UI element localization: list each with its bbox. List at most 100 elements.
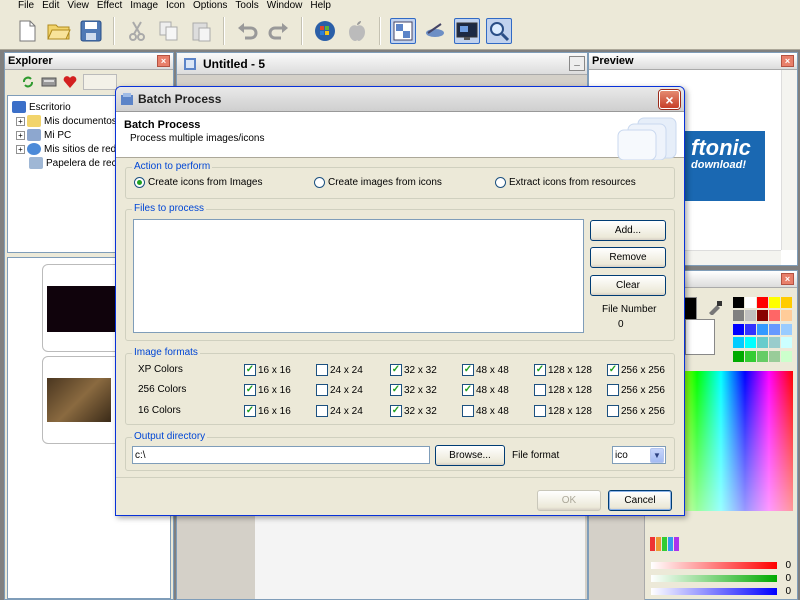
remove-button[interactable]: Remove <box>590 247 666 268</box>
menu-icon[interactable]: Icon <box>166 1 185 11</box>
menu-window[interactable]: Window <box>267 1 303 11</box>
checkmark-icon[interactable]: ✓ <box>390 384 402 396</box>
checkbox-256-256[interactable]: 256 x 256 <box>607 384 665 396</box>
add-button[interactable]: Add... <box>590 220 666 241</box>
green-slider[interactable]: 0 <box>651 573 791 584</box>
color-swatches[interactable] <box>733 297 792 363</box>
checkmark-icon[interactable]: ✓ <box>534 364 546 376</box>
explorer-title: Explorer <box>8 55 53 67</box>
output-directory-input[interactable]: c:\ <box>132 446 430 464</box>
checkbox-xp-32[interactable]: ✓ 32 x 32 <box>390 364 437 376</box>
apple-icon[interactable] <box>344 18 370 44</box>
radio-indicator[interactable] <box>134 177 145 188</box>
clear-button[interactable]: Clear <box>590 275 666 296</box>
browse-button[interactable]: Browse... <box>435 445 505 466</box>
checkbox-xp-48[interactable]: ✓ 48 x 48 <box>462 364 509 376</box>
cut-icon[interactable] <box>124 18 150 44</box>
file-format-value: ico <box>615 450 628 461</box>
tree-item-label: Mis documentos <box>44 115 117 127</box>
checkbox-xp-128[interactable]: ✓ 128 x 128 <box>534 364 592 376</box>
checkbox-xp-16[interactable]: ✓ 16 x 16 <box>244 364 291 376</box>
new-file-icon[interactable] <box>14 18 40 44</box>
radio-label: Create images from icons <box>328 177 442 188</box>
expand-icon[interactable]: + <box>16 144 25 154</box>
red-slider[interactable]: 0 <box>651 560 791 571</box>
menu-view[interactable]: View <box>67 1 89 11</box>
copy-icon[interactable] <box>156 18 182 44</box>
open-folder-icon[interactable] <box>46 18 72 44</box>
save-icon[interactable] <box>78 18 104 44</box>
checkbox-256-48[interactable]: ✓ 48 x 48 <box>462 384 509 396</box>
favorites-heart-icon[interactable] <box>63 75 77 89</box>
document-icon <box>184 58 196 70</box>
radio-create-images[interactable]: Create images from icons <box>314 177 442 188</box>
checkbox-256-128[interactable]: 128 x 128 <box>534 384 592 396</box>
checkbox-256-16[interactable]: ✓ 16 x 16 <box>244 384 291 396</box>
redo-icon[interactable] <box>266 18 292 44</box>
radio-indicator[interactable] <box>314 177 325 188</box>
preview-brand-subtext: download! <box>691 159 746 171</box>
ok-button[interactable]: OK <box>537 490 601 511</box>
radio-create-icons[interactable]: Create icons from Images <box>134 177 263 188</box>
checkbox-16-24[interactable]: 24 x 24 <box>316 405 363 417</box>
checkbox-256-24[interactable]: 24 x 24 <box>316 384 363 396</box>
blue-slider[interactable]: 0 <box>651 586 791 597</box>
effects-icon[interactable] <box>422 18 448 44</box>
color-picker-icon[interactable] <box>707 299 723 315</box>
radio-extract-icons[interactable]: Extract icons from resources <box>495 177 636 188</box>
checkbox-16-48[interactable]: 48 x 48 <box>462 405 509 417</box>
files-list[interactable] <box>133 219 584 333</box>
paste-icon[interactable] <box>188 18 214 44</box>
checkbox-16-32[interactable]: ✓ 32 x 32 <box>390 405 437 417</box>
refresh-icon[interactable] <box>21 75 35 89</box>
background-color[interactable] <box>685 319 715 355</box>
header-subtitle: Process multiple images/icons <box>130 133 265 144</box>
preview-vertical-scrollbar[interactable] <box>781 70 797 250</box>
close-icon[interactable]: × <box>659 90 680 109</box>
radio-indicator[interactable] <box>495 177 506 188</box>
checkbox-xp-256[interactable]: ✓ 256 x 256 <box>607 364 665 376</box>
app-icon <box>121 93 133 105</box>
undo-icon[interactable] <box>234 18 260 44</box>
windows-icon[interactable] <box>312 18 338 44</box>
image-formats-group-label: Image formats <box>132 347 200 358</box>
explorer-close-icon[interactable]: × <box>157 55 170 67</box>
preview-close-icon[interactable]: × <box>781 55 794 67</box>
image-grid-icon[interactable] <box>390 17 416 44</box>
expand-icon[interactable]: + <box>16 116 25 126</box>
menu-image[interactable]: Image <box>130 1 158 11</box>
checkbox-xp-24[interactable]: 24 x 24 <box>316 364 363 376</box>
color-panel-close-icon[interactable]: × <box>781 273 794 285</box>
checkmark-icon[interactable]: ✓ <box>390 364 402 376</box>
editor-title: Untitled - 5 <box>203 57 265 71</box>
menu-help[interactable]: Help <box>310 1 331 11</box>
minimize-button[interactable]: _ <box>569 56 585 71</box>
menu-effect[interactable]: Effect <box>97 1 122 11</box>
menu-tools[interactable]: Tools <box>235 1 258 11</box>
zoom-icon[interactable] <box>486 17 512 44</box>
expand-icon[interactable]: + <box>16 130 25 140</box>
explorer-path-box[interactable] <box>83 74 117 90</box>
checkbox-256-32[interactable]: ✓ 32 x 32 <box>390 384 437 396</box>
checkmark-icon[interactable]: ✓ <box>244 364 256 376</box>
checkmark-icon[interactable]: ✓ <box>244 384 256 396</box>
checkmark-icon[interactable]: ✓ <box>390 405 402 417</box>
chevron-down-icon[interactable]: ▼ <box>650 448 664 463</box>
file-format-select[interactable]: ico ▼ <box>612 446 666 464</box>
menu-edit[interactable]: Edit <box>42 1 59 11</box>
checkbox-16-256[interactable]: 256 x 256 <box>607 405 665 417</box>
checkmark-icon[interactable]: ✓ <box>244 405 256 417</box>
checkmark-icon[interactable]: ✓ <box>462 384 474 396</box>
checkmark-icon[interactable]: ✓ <box>607 364 619 376</box>
checkbox-16-128[interactable]: 128 x 128 <box>534 405 592 417</box>
screen-capture-icon[interactable] <box>454 17 480 44</box>
checkbox-16-16[interactable]: ✓ 16 x 16 <box>244 405 291 417</box>
palette-icon[interactable] <box>649 535 689 553</box>
cancel-button[interactable]: Cancel <box>608 490 672 511</box>
drive-icon[interactable] <box>41 75 57 89</box>
checkmark-icon[interactable]: ✓ <box>462 364 474 376</box>
menu-file[interactable]: File <box>18 1 34 11</box>
editor-canvas[interactable] <box>255 503 585 599</box>
stacked-pages-icon <box>617 117 677 160</box>
menu-options[interactable]: Options <box>193 1 227 11</box>
